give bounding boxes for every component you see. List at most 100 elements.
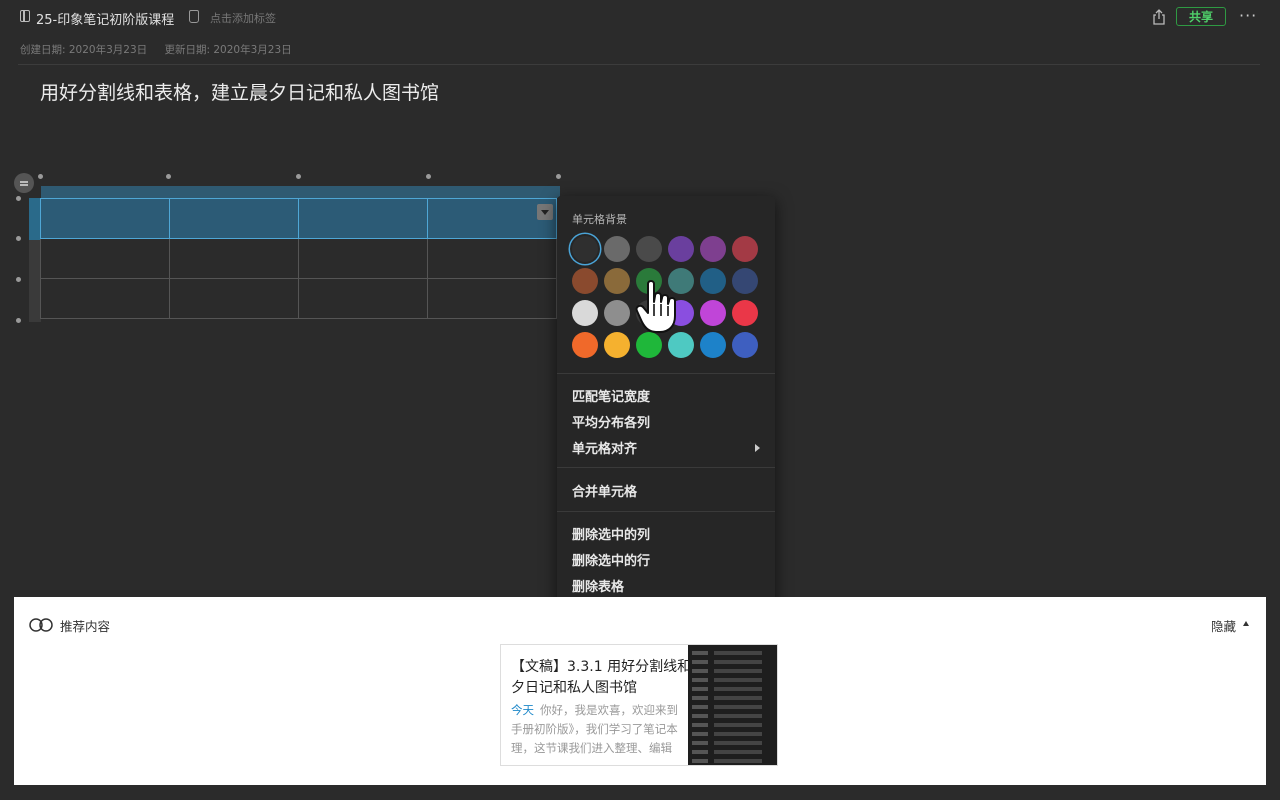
thumbnail-line (714, 705, 762, 709)
thumbnail-line (714, 678, 762, 682)
col-handle-dot[interactable] (38, 174, 43, 179)
thumbnail-line (692, 723, 708, 727)
color-swatch[interactable] (572, 236, 598, 262)
recommendation-card[interactable]: 【文稿】3.3.1 用好分割线和 夕日记和私人图书馆 今天 你好，我是欢喜，欢迎来… (500, 644, 778, 766)
table-cell[interactable] (169, 278, 299, 319)
thumbnail-line (692, 750, 708, 754)
color-swatch[interactable] (700, 300, 726, 326)
table-cell[interactable] (40, 278, 170, 319)
thumbnail-line (714, 660, 762, 664)
menu-divider (557, 373, 775, 374)
color-swatch[interactable] (668, 236, 694, 262)
color-swatch[interactable] (732, 300, 758, 326)
thumbnail-line (692, 759, 708, 763)
color-swatch[interactable] (604, 332, 630, 358)
color-swatch[interactable] (668, 332, 694, 358)
chevron-up-icon[interactable] (1243, 621, 1249, 626)
thumbnail-line (714, 723, 762, 727)
card-title: 【文稿】3.3.1 用好分割线和 夕日记和私人图书馆 (511, 657, 691, 699)
row-handle-dot[interactable] (16, 236, 21, 241)
color-swatch[interactable] (604, 268, 630, 294)
note-table[interactable] (14, 170, 574, 330)
card-snippet: 今天 你好，我是欢喜，欢迎来到 手册初阶版》，我们学习了笔记本 理，这节课我们进入… (511, 701, 691, 758)
card-title-line: 【文稿】3.3.1 用好分割线和 (511, 659, 691, 675)
table-cell[interactable] (298, 278, 428, 319)
color-swatch[interactable] (604, 300, 630, 326)
thumbnail-line (692, 705, 708, 709)
more-icon[interactable]: ··· (1239, 6, 1257, 25)
thumbnail-line (692, 669, 708, 673)
thumbnail-line (714, 741, 762, 745)
thumbnail-line (692, 660, 708, 664)
card-title-line: 夕日记和私人图书馆 (511, 680, 637, 696)
color-swatch[interactable] (572, 332, 598, 358)
thumbnail-line (714, 714, 762, 718)
note-heading[interactable]: 用好分割线和表格，建立晨夕日记和私人图书馆 (40, 78, 439, 105)
thumbnail-line (692, 741, 708, 745)
col-handle-dot[interactable] (556, 174, 561, 179)
color-swatch[interactable] (636, 236, 662, 262)
delete-columns-item[interactable]: 删除选中的列 (572, 524, 650, 543)
col-handle-dot[interactable] (296, 174, 301, 179)
card-thumbnail (688, 645, 777, 765)
recommend-icon (29, 618, 53, 632)
share-icon[interactable] (1152, 9, 1166, 25)
row-handle-dot[interactable] (16, 196, 21, 201)
table-cell[interactable] (427, 278, 557, 319)
cell-context-menu: 单元格背景 匹配笔记宽度 平均分布各列 单元格对齐 合并单元格 删除选中的列 删… (557, 196, 775, 608)
color-swatch[interactable] (700, 332, 726, 358)
table-cell[interactable] (40, 198, 170, 239)
thumbnail-line (692, 687, 708, 691)
color-swatch[interactable] (732, 332, 758, 358)
table-row-selected[interactable] (40, 198, 557, 239)
color-swatch[interactable] (700, 236, 726, 262)
thumbnail-line (714, 750, 762, 754)
match-note-width-item[interactable]: 匹配笔记宽度 (572, 386, 650, 405)
thumbnail-line (692, 651, 708, 655)
col-handle-dot[interactable] (166, 174, 171, 179)
share-button[interactable]: 共享 (1176, 7, 1226, 26)
col-handle-dot[interactable] (426, 174, 431, 179)
table-cell[interactable] (169, 238, 299, 279)
notebook-icon[interactable] (20, 10, 30, 22)
add-tag-placeholder[interactable]: 点击添加标签 (210, 10, 276, 26)
table-menu-handle[interactable] (14, 173, 34, 193)
delete-table-item[interactable]: 删除表格 (572, 576, 624, 595)
thumbnail-line (714, 669, 762, 673)
table-cell[interactable] (298, 238, 428, 279)
color-swatch[interactable] (636, 332, 662, 358)
thumbnail-line (692, 714, 708, 718)
color-swatch[interactable] (572, 268, 598, 294)
updated-date: 更新日期: 2020年3月23日 (164, 44, 292, 56)
delete-rows-item[interactable]: 删除选中的行 (572, 550, 650, 569)
thumbnail-line (714, 759, 762, 763)
thumbnail-line (714, 732, 762, 736)
color-swatch[interactable] (732, 268, 758, 294)
table-row[interactable] (40, 278, 557, 319)
submenu-arrow-icon (755, 444, 760, 452)
notebook-title[interactable]: 25-印象笔记初阶版课程 (36, 9, 174, 28)
table-cell[interactable] (169, 198, 299, 239)
table-row[interactable] (40, 238, 557, 279)
color-swatch[interactable] (732, 236, 758, 262)
cell-alignment-item[interactable]: 单元格对齐 (572, 438, 637, 457)
table-grid[interactable] (40, 198, 557, 319)
tag-icon[interactable] (189, 10, 199, 23)
color-swatch[interactable] (572, 300, 598, 326)
merge-cells-item[interactable]: 合并单元格 (572, 481, 637, 500)
table-cell[interactable] (298, 198, 428, 239)
cell-menu-dropdown-button[interactable] (537, 204, 553, 220)
thumbnail-line (714, 696, 762, 700)
color-swatch[interactable] (604, 236, 630, 262)
color-swatch[interactable] (700, 268, 726, 294)
table-cell[interactable] (427, 238, 557, 279)
thumbnail-line (692, 732, 708, 736)
hide-recommendations-button[interactable]: 隐藏 (1211, 616, 1236, 635)
distribute-columns-item[interactable]: 平均分布各列 (572, 412, 650, 431)
recommendation-title: 推荐内容 (60, 619, 111, 634)
table-cell[interactable] (40, 238, 170, 279)
row-handle-dot[interactable] (16, 277, 21, 282)
row-handle-dot[interactable] (16, 318, 21, 323)
column-selection-bar[interactable] (41, 186, 560, 198)
card-date: 今天 (511, 703, 534, 717)
